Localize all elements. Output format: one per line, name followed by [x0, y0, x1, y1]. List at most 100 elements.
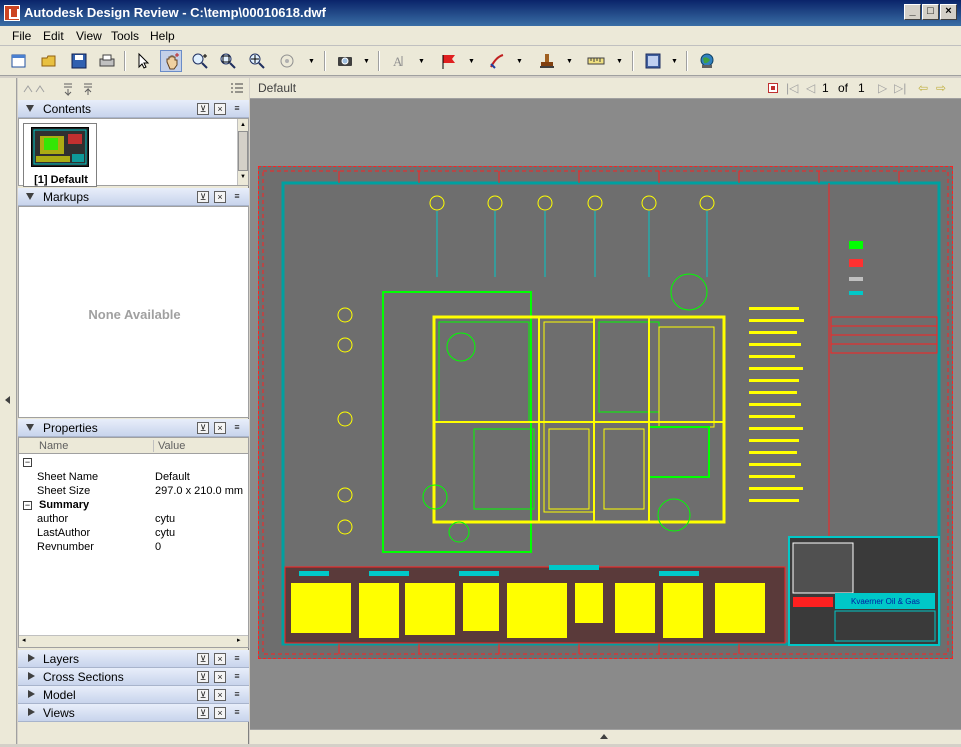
markups-body: None Available	[18, 206, 249, 418]
expand-icon[interactable]	[28, 672, 35, 680]
model-label: Model	[43, 688, 76, 702]
minimize-button[interactable]: _	[904, 4, 921, 20]
menu-file[interactable]: File	[12, 29, 31, 43]
zoom-icon[interactable]	[189, 50, 211, 72]
panel-options-icon[interactable]	[230, 82, 244, 96]
save-icon[interactable]	[68, 50, 90, 72]
panel-nav-icons[interactable]	[22, 82, 92, 96]
camera-dropdown-icon[interactable]: ▼	[363, 58, 370, 65]
dock-icon[interactable]: ⊻	[197, 191, 209, 203]
col-name-header[interactable]: Name	[39, 440, 68, 452]
cross-sections-panel-header[interactable]: Cross Sections ⊻ × ≡	[18, 668, 249, 686]
dock-icon[interactable]: ⊻	[197, 103, 209, 115]
markups-panel-header[interactable]: Markups ⊻ × ≡	[18, 188, 249, 206]
contents-panel-header[interactable]: Contents ⊻ × ≡	[18, 100, 249, 118]
prop-name: LastAuthor	[37, 527, 91, 539]
drawing-sheet[interactable]: Kvaerner Oil & Gas	[258, 166, 953, 659]
orbit-dropdown-icon[interactable]: ▼	[308, 58, 315, 65]
expand-icon[interactable]	[26, 105, 34, 112]
contents-scrollbar[interactable]: ▲ ▼	[237, 119, 248, 185]
panel-options-icon[interactable]: ≡	[231, 689, 243, 701]
stamp-dropdown-icon[interactable]: ▼	[566, 58, 573, 65]
stamp-icon[interactable]	[536, 50, 558, 72]
collapse-group-icon[interactable]: −	[23, 458, 32, 467]
expand-icon[interactable]	[28, 690, 35, 698]
close-button[interactable]: ×	[940, 4, 957, 20]
maximize-button[interactable]: □	[922, 4, 939, 20]
col-value-header[interactable]: Value	[153, 440, 185, 452]
layers-panel-header[interactable]: Layers ⊻ × ≡	[18, 650, 249, 668]
properties-label: Properties	[43, 421, 98, 435]
close-panel-icon[interactable]: ×	[214, 707, 226, 719]
expand-icon[interactable]	[26, 424, 34, 431]
properties-panel-header[interactable]: Properties ⊻ × ≡	[18, 419, 249, 437]
panel-options-icon[interactable]: ≡	[231, 103, 243, 115]
menu-view[interactable]: View	[76, 29, 102, 43]
view-frame-icon[interactable]	[642, 50, 664, 72]
pan-hand-icon[interactable]	[160, 50, 182, 72]
close-panel-icon[interactable]: ×	[214, 653, 226, 665]
text-markup-icon[interactable]: A	[388, 50, 410, 72]
views-panel-header[interactable]: Views ⊻ × ≡	[18, 704, 249, 722]
close-panel-icon[interactable]: ×	[214, 689, 226, 701]
collapse-left-icon[interactable]	[5, 396, 10, 404]
expand-icon[interactable]	[26, 193, 34, 200]
dock-icon[interactable]: ⊻	[197, 422, 209, 434]
back-arrow-icon[interactable]: ⇦	[918, 81, 928, 95]
measure-dropdown-icon[interactable]: ▼	[616, 58, 623, 65]
last-page-icon[interactable]: ▷|	[894, 81, 906, 95]
properties-body: Name Value − Sheet Name Default Sheet Si…	[18, 437, 249, 648]
properties-hscrollbar[interactable]: ◂ ▸	[19, 635, 248, 647]
close-panel-icon[interactable]: ×	[214, 671, 226, 683]
close-panel-icon[interactable]: ×	[214, 422, 226, 434]
cross-sections-label: Cross Sections	[43, 670, 124, 684]
model-panel-header[interactable]: Model ⊻ × ≡	[18, 686, 249, 704]
dock-icon[interactable]: ⊻	[197, 671, 209, 683]
document-canvas-area[interactable]: Default |◁ ◁ 1 of 1 ▷ ▷| ⇦ ⇨ Kvaerner Oi…	[250, 78, 961, 744]
menu-edit[interactable]: Edit	[43, 29, 64, 43]
select-arrow-icon[interactable]	[132, 50, 154, 72]
page-current[interactable]: 1	[822, 81, 829, 95]
camera-icon[interactable]	[334, 50, 356, 72]
callout-dropdown-icon[interactable]: ▼	[468, 58, 475, 65]
collapse-group-icon[interactable]: −	[23, 501, 32, 510]
orbit-icon[interactable]	[276, 50, 298, 72]
measure-icon[interactable]	[585, 50, 607, 72]
panel-options-icon[interactable]: ≡	[231, 422, 243, 434]
fit-to-window-icon[interactable]	[246, 50, 268, 72]
print-icon[interactable]	[96, 50, 118, 72]
pen-markup-icon[interactable]	[486, 50, 508, 72]
menu-help[interactable]: Help	[150, 29, 175, 43]
dock-icon[interactable]: ⊻	[197, 707, 209, 719]
forward-arrow-icon[interactable]: ⇨	[936, 81, 946, 95]
text-dropdown-icon[interactable]: ▼	[418, 58, 425, 65]
expand-up-icon[interactable]	[600, 734, 608, 739]
globe-icon[interactable]	[696, 50, 718, 72]
panel-options-icon[interactable]: ≡	[231, 653, 243, 665]
page-of-label: of	[838, 81, 849, 95]
callout-flag-icon[interactable]	[438, 50, 460, 72]
open-icon[interactable]	[38, 50, 60, 72]
prev-page-icon[interactable]: ◁	[806, 81, 815, 95]
stop-icon[interactable]	[768, 83, 778, 93]
close-panel-icon[interactable]: ×	[214, 103, 226, 115]
new-icon[interactable]	[8, 50, 30, 72]
panel-options-icon[interactable]: ≡	[231, 191, 243, 203]
next-page-icon[interactable]: ▷	[878, 81, 887, 95]
window-title: Autodesk Design Review - C:\temp\0001061…	[24, 5, 326, 20]
pen-dropdown-icon[interactable]: ▼	[516, 58, 523, 65]
first-page-icon[interactable]: |◁	[786, 81, 798, 95]
collapse-panel-strip[interactable]	[0, 78, 17, 744]
panel-options-icon[interactable]: ≡	[231, 671, 243, 683]
close-panel-icon[interactable]: ×	[214, 191, 226, 203]
view-frame-dropdown-icon[interactable]: ▼	[671, 58, 678, 65]
zoom-rectangle-icon[interactable]	[217, 50, 239, 72]
expand-icon[interactable]	[28, 708, 35, 716]
menu-tools[interactable]: Tools	[111, 29, 139, 43]
sheet-thumbnail[interactable]: [1] Default	[23, 123, 97, 187]
contents-body: [1] Default ▲ ▼	[18, 118, 249, 187]
panel-options-icon[interactable]: ≡	[231, 707, 243, 719]
dock-icon[interactable]: ⊻	[197, 689, 209, 701]
expand-icon[interactable]	[28, 654, 35, 662]
dock-icon[interactable]: ⊻	[197, 653, 209, 665]
